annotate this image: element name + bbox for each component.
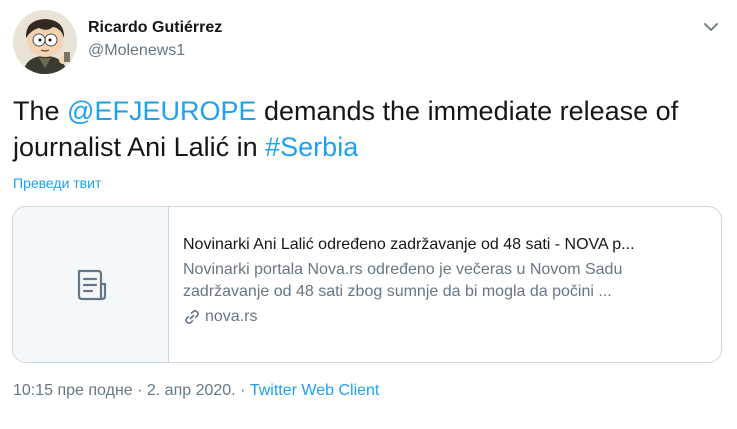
more-options-button[interactable] [700,16,722,38]
author-block[interactable]: Ricardo Gutiérrez @Molenews1 [88,17,222,62]
document-icon [77,269,106,300]
author-handle[interactable]: @Molenews1 [88,40,222,62]
hashtag-link[interactable]: #Serbia [265,132,358,162]
card-description-line: Novinarki portala Nova.rs određeno je ve… [183,261,623,278]
card-thumbnail [13,207,169,362]
tweet: Ricardo Gutiérrez @Molenews1 The @EFJEUR… [0,0,737,429]
link-card[interactable]: Novinarki Ani Lalić određeno zadržavanje… [12,206,722,363]
card-description-line: zadržavanje od 48 sati zbog sumnje da bi… [183,283,612,300]
author-display-name[interactable]: Ricardo Gutiérrez [88,17,222,39]
client-link[interactable]: Twitter Web Client [250,382,380,399]
card-title: Novinarki Ani Lalić određeno zadržavanje… [183,236,635,253]
card-description: Novinarki portala Nova.rs određeno je ve… [183,259,707,303]
translate-tweet-link[interactable]: Преведи твит [13,175,101,191]
tweet-text: The @EFJEUROPE demands the immediate rel… [13,93,723,165]
avatar[interactable] [13,10,77,74]
timestamp[interactable]: 10:15 пре подне · 2. апр 2020. · [13,382,250,399]
tweet-text-prefix: The [13,96,68,126]
avatar-image [13,10,77,74]
card-domain: nova.rs [183,306,707,328]
card-domain-text: nova.rs [205,308,258,325]
chevron-down-icon [704,22,718,31]
card-body: Novinarki Ani Lalić određeno zadržavanje… [169,207,721,362]
tweet-meta: 10:15 пре подне · 2. апр 2020. · Twitter… [13,382,379,400]
mention-link[interactable]: @EFJEUROPE [67,96,256,126]
link-icon [185,309,199,325]
